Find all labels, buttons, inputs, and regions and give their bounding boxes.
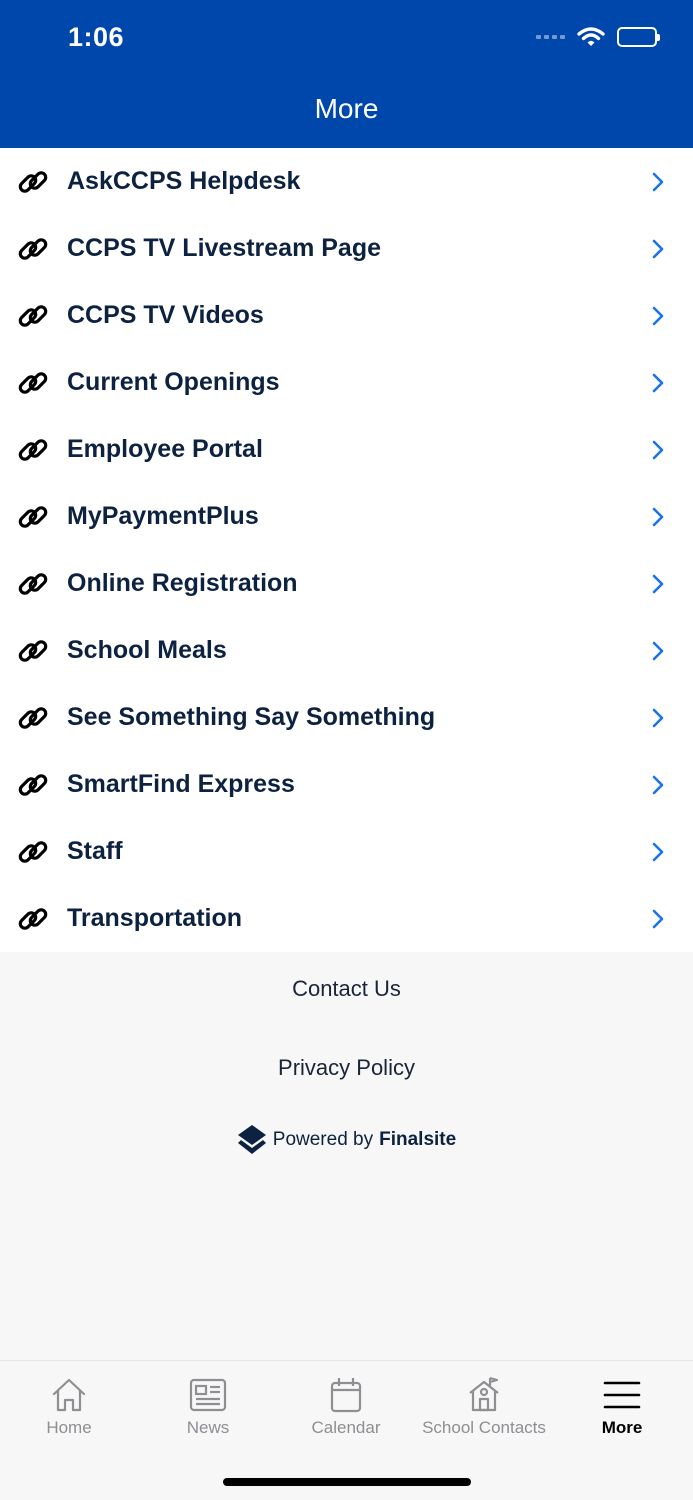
list-item-staff[interactable]: Staff [0,818,693,885]
page-title: More [314,93,379,124]
finalsite-logo-icon [237,1125,266,1154]
news-icon [189,1378,227,1412]
link-icon [18,506,48,528]
chevron-right-icon [652,708,664,728]
status-time: 1:06 [68,22,125,52]
tab-label: More [601,1418,643,1437]
home-icon [52,1378,86,1412]
item-label: School Meals [67,636,227,664]
link-icon [18,238,48,260]
list-item-mypaymentplus[interactable]: MyPaymentPlus [0,483,693,550]
list-item-employee-portal[interactable]: Employee Portal [0,416,693,483]
tab-news[interactable]: News [139,1361,277,1451]
item-label: MyPaymentPlus [67,502,259,530]
chevron-right-icon [652,507,664,527]
list-item-transportation[interactable]: Transportation [0,885,693,952]
item-label: See Something Say Something [67,703,436,731]
link-icon [18,774,48,796]
wifi-icon [577,27,605,46]
chevron-right-icon [652,172,664,192]
chevron-right-icon [652,842,664,862]
list-item-current-openings[interactable]: Current Openings [0,349,693,416]
item-label: CCPS TV Videos [67,301,264,329]
powered-brand: Finalsite [379,1129,457,1150]
powered-prefix: Powered by [272,1129,374,1150]
list-item-school-meals[interactable]: School Meals [0,617,693,684]
list-item-ccps-tv-videos[interactable]: CCPS TV Videos [0,282,693,349]
tab-home[interactable]: Home [0,1361,138,1451]
link-icon [18,305,48,327]
item-label: Employee Portal [67,435,263,463]
chevron-right-icon [652,574,664,594]
menu-icon [603,1381,641,1409]
school-icon [469,1376,499,1412]
chevron-right-icon [652,373,664,393]
signal-icon [536,35,565,39]
list-item-online-registration[interactable]: Online Registration [0,550,693,617]
item-label: Online Registration [67,569,298,597]
link-icon [18,640,48,662]
item-label: Staff [67,837,123,865]
powered-by[interactable]: Powered by Finalsite [0,1124,693,1156]
item-label: Current Openings [67,368,280,396]
link-icon [18,707,48,729]
contact-us-link[interactable]: Contact Us [0,976,693,1002]
tab-more[interactable]: More [553,1361,691,1451]
tab-label: School Contacts [422,1418,546,1437]
privacy-policy-link[interactable]: Privacy Policy [0,1055,693,1081]
list-item-askccps-helpdesk[interactable]: AskCCPS Helpdesk [0,148,693,215]
item-label: Transportation [67,904,243,932]
chevron-right-icon [652,909,664,929]
link-icon [18,573,48,595]
list-item-see-something-say-something[interactable]: See Something Say Something [0,684,693,751]
item-label: SmartFind Express [67,770,295,798]
list-item-ccps-tv-livestream-page[interactable]: CCPS TV Livestream Page [0,215,693,282]
link-icon [18,841,48,863]
list-item-smartfind-express[interactable]: SmartFind Express [0,751,693,818]
item-label: CCPS TV Livestream Page [67,234,382,262]
home-indicator [223,1478,471,1486]
item-label: AskCCPS Helpdesk [67,167,301,195]
tab-label: Calendar [311,1418,381,1437]
chevron-right-icon [652,775,664,795]
chevron-right-icon [652,306,664,326]
status-icons [536,26,660,48]
calendar-icon [330,1378,362,1413]
chevron-right-icon [652,641,664,661]
link-icon [18,908,48,930]
chevron-right-icon [652,440,664,460]
tab-school-contacts[interactable]: School Contacts [415,1361,553,1451]
tab-label: Home [46,1418,92,1437]
tab-calendar[interactable]: Calendar [277,1361,415,1451]
chevron-right-icon [652,239,664,259]
battery-icon [617,27,660,47]
link-list: AskCCPS Helpdesk CCPS TV Livestream Page… [0,148,693,952]
link-icon [18,171,48,193]
link-icon [18,439,48,461]
tab-label: News [186,1418,230,1437]
header: 1:06 More [0,0,693,148]
link-icon [18,372,48,394]
